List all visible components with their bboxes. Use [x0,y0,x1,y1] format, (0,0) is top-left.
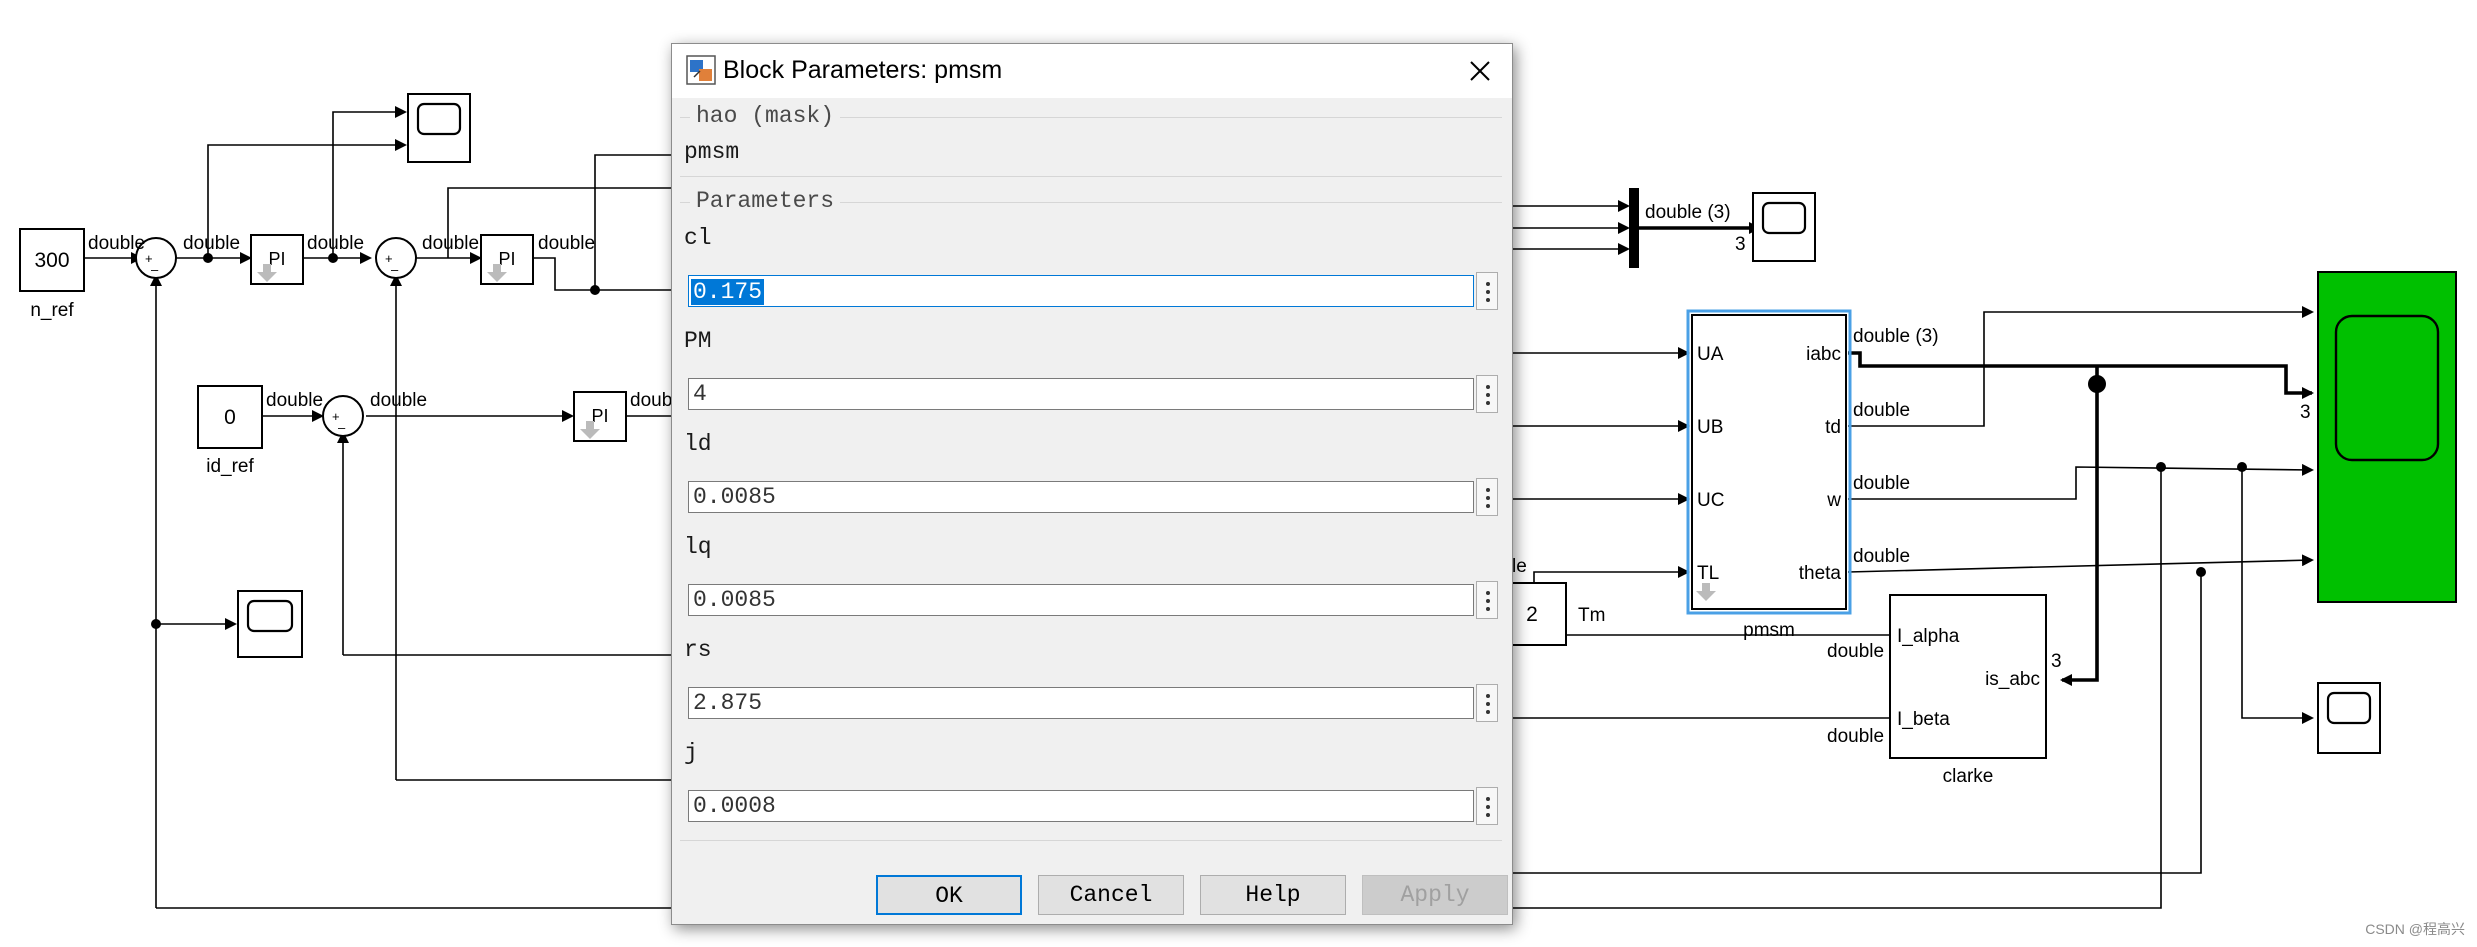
sig-label-iabc: double (3) [1853,326,1939,347]
param-label-j: j [684,740,698,766]
param-input-j[interactable] [688,790,1474,822]
param-menu-j[interactable] [1476,787,1498,825]
ok-button[interactable]: OK [876,875,1022,915]
sig-label-scope-width: 3 [2300,402,2311,423]
dialog-title: Block Parameters: pmsm [723,56,1003,84]
sig-label-6: double [266,390,323,411]
constant-n-ref-name: n_ref [30,300,74,321]
constant-tm-value: 2 [1526,603,1538,626]
sum-id[interactable]: + – [322,395,364,437]
pmsm-port-in-2: UB [1697,417,1723,438]
sig-label-theta: double [1853,546,1910,567]
sig-label-1: double [88,233,145,254]
mask-group-bottom [680,176,1502,177]
param-label-pm: PM [684,328,712,354]
mux-width-label: 3 [1735,234,1746,255]
clarke-block[interactable]: I_alpha I_beta is_abc clarke [1889,594,2047,787]
block-parameters-dialog: Block Parameters: pmsm hao (mask) pmsm P… [671,43,1513,925]
pi-speed[interactable]: PI [250,234,304,285]
sig-label-2: double [183,233,240,254]
sum-iq[interactable]: + – [375,237,417,279]
param-label-rs: rs [684,637,712,663]
pmsm-port-out-2: td [1825,417,1841,438]
sig-label-isabc-width: 3 [2051,651,2062,672]
scope-mux[interactable] [1752,192,1816,262]
constant-id-ref-name: id_ref [206,456,254,477]
param-menu-lq[interactable] [1476,581,1498,619]
sig-label-8: doub [630,390,672,411]
sig-label-3: double [307,233,364,254]
pi-iq-label: PI [498,249,515,269]
simulink-block-icon [686,55,716,85]
mux-block[interactable] [1629,188,1639,268]
parameters-group-title: Parameters [690,188,841,214]
pmsm-port-in-3: UC [1697,490,1724,511]
param-input-cl-selected-text: 0.175 [691,279,765,305]
scope-main[interactable] [2317,271,2457,603]
mask-group: hao (mask) [680,103,1502,129]
sig-label-td: double [1853,400,1910,421]
param-label-cl: cl [684,225,712,251]
param-input-rs[interactable] [688,687,1474,719]
partial-signal-label: le [1512,556,1527,577]
pmsm-port-in-1: UA [1697,344,1724,365]
pmsm-port-out-4: theta [1799,563,1842,584]
sum-speed-minus: – [151,262,159,277]
clarke-port-out: is_abc [1985,669,2040,690]
clarke-port-in-1: I_alpha [1897,626,1960,647]
constant-n-ref[interactable]: 300 n_ref [19,228,85,321]
sum-iq-minus: – [391,262,399,277]
pi-id[interactable]: PI [573,391,627,442]
param-menu-cl[interactable] [1476,272,1498,310]
apply-button[interactable]: Apply [1362,875,1508,915]
close-icon [1470,61,1490,81]
mux-output-label: double (3) [1645,202,1731,223]
watermark: CSDN @程高兴 [2365,921,2465,937]
param-input-pm[interactable] [688,378,1474,410]
scope-top[interactable] [407,93,471,163]
sig-label-7: double [370,390,427,411]
pi-iq[interactable]: PI [480,234,534,285]
sig-label-5: double [538,233,595,254]
dialog-titlebar[interactable]: Block Parameters: pmsm [672,44,1512,98]
parameters-group-bottom [680,840,1502,841]
pmsm-block[interactable]: UA UB UC TL iabc td w theta pmsm [1686,309,1852,641]
sig-label-alpha: double [1827,641,1884,662]
constant-n-ref-value: 300 [34,249,69,272]
help-button[interactable]: Help [1200,875,1346,915]
mask-description: pmsm [684,139,740,165]
param-label-lq: lq [684,534,712,560]
param-menu-ld[interactable] [1476,478,1498,516]
sig-label-4: double [422,233,479,254]
pmsm-port-out-3: w [1826,490,1841,511]
sum-id-minus: – [338,420,346,435]
param-input-cl[interactable]: 0.175 [688,275,1474,307]
constant-id-ref-value: 0 [224,406,236,429]
param-menu-pm[interactable] [1476,375,1498,413]
scope-bottom-right[interactable] [2317,682,2381,754]
clarke-port-in-2: I_beta [1897,709,1950,730]
param-input-lq[interactable] [688,584,1474,616]
clarke-block-name: clarke [1943,766,1994,787]
constant-id-ref[interactable]: 0 id_ref [197,385,263,477]
mask-group-title: hao (mask) [690,103,841,129]
pi-id-label: PI [591,406,608,426]
param-label-ld: ld [684,431,712,457]
param-menu-rs[interactable] [1476,684,1498,722]
cancel-button[interactable]: Cancel [1038,875,1184,915]
close-button[interactable] [1458,49,1502,93]
constant-tm-name: Tm [1578,605,1605,626]
sig-label-beta: double [1827,726,1884,747]
pmsm-port-out-1: iabc [1806,344,1841,365]
pmsm-block-name: pmsm [1743,620,1795,641]
pi-speed-label: PI [268,249,285,269]
parameters-group: Parameters [680,188,1502,214]
scope-left[interactable] [237,590,303,658]
pmsm-port-in-4: TL [1697,563,1719,584]
sig-label-w: double [1853,473,1910,494]
param-input-ld[interactable] [688,481,1474,513]
